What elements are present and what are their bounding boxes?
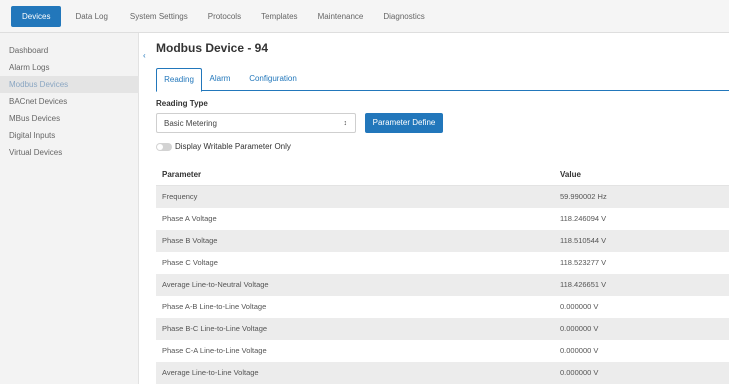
parameter-cell: Phase B-C Line-to-Line Voltage — [162, 324, 268, 333]
top-nav-tab-protocols[interactable]: Protocols — [200, 6, 249, 27]
table-header: Parameter Value — [156, 164, 729, 186]
sidebar: Dashboard Alarm Logs Modbus Devices BACn… — [0, 33, 139, 384]
value-cell: 0.000000 V — [560, 324, 599, 333]
table-row: Average Line-to-Line Voltage 0.000000 V — [156, 362, 729, 384]
value-cell: 0.000000 V — [560, 346, 599, 355]
parameter-table: Parameter Value Frequency 59.990002 Hz P… — [156, 164, 729, 384]
table-row: Average Line-to-Neutral Voltage 118.4266… — [156, 274, 729, 296]
sidebar-item-bacnet-devices[interactable]: BACnet Devices — [0, 93, 139, 110]
parameter-cell: Phase C-A Line-to-Line Voltage — [162, 346, 267, 355]
sidebar-item-alarm-logs[interactable]: Alarm Logs — [0, 59, 139, 76]
top-nav-bar: Devices Data Log System Settings Protoco… — [0, 0, 729, 33]
header-value: Value — [560, 170, 581, 179]
parameter-cell: Phase B Voltage — [162, 236, 218, 245]
tab-configuration[interactable]: Configuration — [245, 68, 301, 91]
top-nav-tab-devices[interactable]: Devices — [11, 6, 62, 27]
table-row: Phase C-A Line-to-Line Voltage 0.000000 … — [156, 340, 729, 362]
writable-only-toggle[interactable] — [156, 143, 172, 151]
select-arrows-icon: ↕ — [343, 120, 348, 127]
value-cell: 118.426651 V — [560, 280, 607, 289]
reading-type-select[interactable]: Basic Metering ↕ — [156, 113, 356, 133]
top-nav-tab-system-settings[interactable]: System Settings — [122, 6, 196, 27]
value-cell: 0.000000 V — [560, 368, 599, 377]
parameter-cell: Average Line-to-Neutral Voltage — [162, 280, 269, 289]
top-nav-tab-maintenance[interactable]: Maintenance — [310, 6, 372, 27]
top-nav-tab-data-log[interactable]: Data Log — [67, 6, 115, 27]
toggle-knob — [157, 144, 163, 150]
top-nav-tab-diagnostics[interactable]: Diagnostics — [375, 6, 432, 27]
table-row: Phase B-C Line-to-Line Voltage 0.000000 … — [156, 318, 729, 340]
device-tabs: Reading Alarm Configuration — [156, 68, 729, 92]
table-row: Phase A-B Line-to-Line Voltage 0.000000 … — [156, 296, 729, 318]
top-nav-tab-templates[interactable]: Templates — [253, 6, 305, 27]
header-parameter: Parameter — [162, 170, 202, 179]
value-cell: 118.523277 V — [560, 258, 607, 267]
reading-type-value: Basic Metering — [164, 119, 217, 128]
parameter-cell: Average Line-to-Line Voltage — [162, 368, 259, 377]
parameter-cell: Phase A-B Line-to-Line Voltage — [162, 302, 267, 311]
parameter-cell: Phase A Voltage — [162, 214, 217, 223]
table-row: Phase C Voltage 118.523277 V — [156, 252, 729, 274]
parameter-cell: Phase C Voltage — [162, 258, 218, 267]
tab-reading[interactable]: Reading — [156, 68, 202, 92]
value-cell: 0.000000 V — [560, 302, 599, 311]
writable-only-label: Display Writable Parameter Only — [175, 142, 291, 151]
tab-alarm[interactable]: Alarm — [205, 68, 235, 91]
table-row: Phase A Voltage 118.246094 V — [156, 208, 729, 230]
top-nav: Devices Data Log System Settings Protoco… — [11, 6, 433, 27]
value-cell: 118.246094 V — [560, 214, 607, 223]
sidebar-item-mbus-devices[interactable]: MBus Devices — [0, 110, 139, 127]
sidebar-item-virtual-devices[interactable]: Virtual Devices — [0, 144, 139, 161]
value-cell: 118.510544 V — [560, 236, 607, 245]
reading-type-label: Reading Type — [156, 99, 208, 108]
page-title: Modbus Device - 94 — [156, 41, 269, 55]
parameter-define-button[interactable]: Parameter Define — [365, 113, 443, 133]
sidebar-item-digital-inputs[interactable]: Digital Inputs — [0, 127, 139, 144]
chevron-left-icon[interactable]: ‹ — [143, 51, 146, 60]
main-content: Modbus Device - 94 Reading Alarm Configu… — [150, 33, 729, 384]
table-row: Frequency 59.990002 Hz — [156, 186, 729, 208]
table-row: Phase B Voltage 118.510544 V — [156, 230, 729, 252]
sidebar-item-dashboard[interactable]: Dashboard — [0, 42, 139, 59]
parameter-cell: Frequency — [162, 192, 198, 201]
value-cell: 59.990002 Hz — [560, 192, 607, 201]
sidebar-menu: Dashboard Alarm Logs Modbus Devices BACn… — [0, 42, 139, 161]
sidebar-item-modbus-devices[interactable]: Modbus Devices — [0, 76, 139, 93]
